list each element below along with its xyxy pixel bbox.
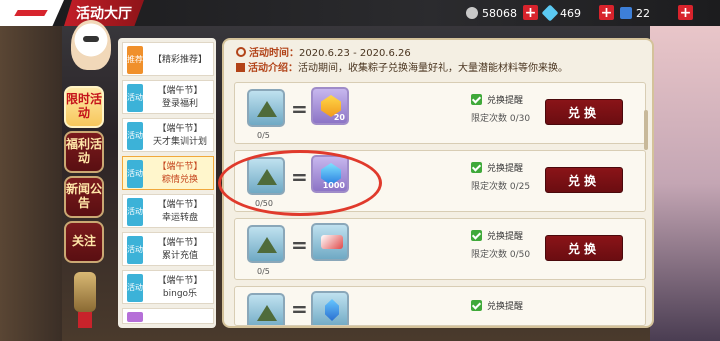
- activity-title: 【端午节】: [157, 86, 203, 96]
- activity-subtitle: 天才集训计划: [152, 137, 207, 147]
- activity-list: 推荐 【精彩推荐】 活动 【端午节】 登录福利 活动 【端午节】 天才集训计划 …: [118, 38, 216, 328]
- diamond-counter: 469: [541, 4, 581, 22]
- exchange-button[interactable]: 兑换: [545, 167, 623, 193]
- activity-subtitle: 幸运转盘: [161, 213, 198, 223]
- activity-item-bingo[interactable]: 活动 【端午节】 bingo乐: [122, 270, 214, 304]
- add-diamond-button[interactable]: +: [599, 5, 614, 20]
- activity-title: 【端午节】: [157, 124, 203, 134]
- tab-follow[interactable]: 关注: [64, 221, 104, 263]
- zongzi-icon: [257, 237, 277, 253]
- exchange-row: 0/5 = 20 兑换提醒 限定次数 0/30 兑换: [234, 82, 646, 144]
- activity-subtitle: 粽情兑换: [161, 175, 198, 185]
- diamond-icon: [541, 4, 559, 22]
- remind-checkbox[interactable]: [471, 94, 482, 105]
- activity-tag: [127, 312, 143, 322]
- zongzi-icon: [257, 101, 277, 117]
- background-right: [650, 26, 720, 341]
- activity-item-training[interactable]: 活动 【端午节】 天才集训计划: [122, 118, 214, 152]
- zongzi-item-slot[interactable]: [247, 293, 285, 325]
- tab-limited-activities[interactable]: 限时活动: [64, 86, 104, 128]
- activity-item-partial[interactable]: [122, 308, 214, 324]
- top-bar: 活动大厅 58068 + 469 + 22 +: [0, 0, 720, 26]
- activity-tag: 活动: [127, 236, 143, 264]
- activity-item-zongzi-exchange[interactable]: 活动 【端午节】 粽情兑换: [122, 156, 214, 190]
- lucky-cat-decoration: [71, 20, 111, 70]
- activity-subtitle: bingo乐: [162, 289, 198, 299]
- ticket-item-icon: [321, 235, 343, 249]
- exchange-button[interactable]: 兑换: [545, 99, 623, 125]
- activity-title: 【端午节】: [157, 276, 203, 286]
- activity-title: 【端午节】: [157, 200, 203, 210]
- activity-item-lucky-wheel[interactable]: 活动 【端午节】 幸运转盘: [122, 194, 214, 228]
- activity-tag: 活动: [127, 198, 143, 226]
- reward-item-slot[interactable]: [311, 223, 349, 261]
- tab-news[interactable]: 新闻公告: [64, 176, 104, 218]
- equals-sign: =: [291, 297, 308, 321]
- remind-checkbox[interactable]: [471, 230, 482, 241]
- background-left: [0, 26, 62, 341]
- equals-sign: =: [291, 233, 308, 257]
- equals-sign: =: [291, 97, 308, 121]
- exchange-row: = 兑换提醒: [234, 286, 646, 326]
- activity-title: 【端午节】: [157, 238, 203, 248]
- exchange-row: 0/5 = 兑换提醒 限定次数 0/50 兑换: [234, 218, 646, 280]
- activity-info: 活动时间：2020.6.23 - 2020.6.26 活动介绍：活动期间，收集粽…: [236, 46, 568, 76]
- ticket-counter: 22: [620, 4, 650, 22]
- add-coin-button[interactable]: +: [523, 5, 538, 20]
- coin-icon: [466, 7, 478, 19]
- scrollbar[interactable]: [644, 110, 648, 150]
- ticket-icon: [620, 7, 632, 19]
- activity-title: 【精彩推荐】: [152, 55, 207, 65]
- activity-tag: 活动: [127, 84, 143, 112]
- activity-time: 活动时间：2020.6.23 - 2020.6.26: [236, 46, 568, 61]
- activity-tag: 活动: [127, 122, 143, 150]
- grid-icon: [236, 63, 245, 72]
- remind-checkbox[interactable]: [471, 300, 482, 311]
- reward-item-slot[interactable]: [311, 291, 349, 325]
- zongzi-item-slot[interactable]: [247, 89, 285, 127]
- activity-subtitle: 累计充值: [161, 251, 198, 261]
- activity-subtitle: 登录福利: [161, 99, 198, 109]
- reward-item-slot[interactable]: 20: [311, 87, 349, 125]
- tassel-decoration: [78, 312, 92, 328]
- clock-icon: [236, 47, 246, 57]
- lantern-decoration: [74, 272, 96, 312]
- bottle-item-icon: [325, 299, 339, 321]
- activity-title: 【端午节】: [157, 162, 203, 172]
- exchange-button[interactable]: 兑换: [545, 235, 623, 261]
- coin-counter: 58068: [466, 4, 517, 22]
- tab-welfare-activities[interactable]: 福利活动: [64, 131, 104, 173]
- back-button[interactable]: [0, 0, 64, 26]
- activity-tag: 推荐: [127, 46, 143, 74]
- activity-intro: 活动介绍：活动期间，收集粽子兑换海量好礼，大量潜能材料等你来换。: [236, 61, 568, 76]
- back-arrow-icon: [16, 7, 46, 19]
- page-title: 活动大厅: [64, 0, 144, 26]
- zongzi-icon: [257, 305, 277, 321]
- activity-item-featured[interactable]: 推荐 【精彩推荐】: [122, 42, 214, 76]
- activity-item-recharge[interactable]: 活动 【端午节】 累计充值: [122, 232, 214, 266]
- activity-tag: 活动: [127, 160, 143, 188]
- add-ticket-button[interactable]: +: [678, 5, 693, 20]
- zongzi-item-slot[interactable]: [247, 225, 285, 263]
- activity-item-login[interactable]: 活动 【端午节】 登录福利: [122, 80, 214, 114]
- activity-tag: 活动: [127, 274, 143, 302]
- remind-checkbox[interactable]: [471, 162, 482, 173]
- highlight-circle-annotation: [218, 150, 382, 216]
